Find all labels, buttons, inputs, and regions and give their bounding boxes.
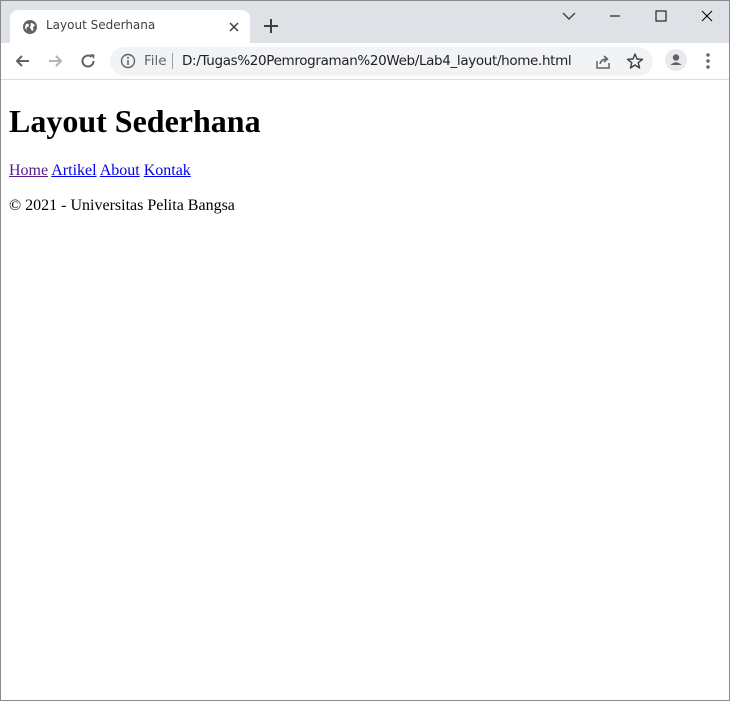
window-close-icon[interactable] xyxy=(697,7,717,25)
active-tab[interactable]: Layout Sederhana xyxy=(10,10,250,43)
main-nav: Home Artikel About Kontak xyxy=(9,161,721,180)
tab-close-icon[interactable] xyxy=(226,19,242,35)
globe-icon xyxy=(23,20,37,34)
info-icon[interactable] xyxy=(120,53,136,69)
url-scheme: File xyxy=(144,53,167,69)
browser-window: Layout Sederhana File D:/Tugas%20Pemrogr… xyxy=(0,0,730,701)
tab-search-icon[interactable] xyxy=(559,7,579,25)
nav-link-home[interactable]: Home xyxy=(9,162,48,179)
url-text[interactable]: D:/Tugas%20Pemrograman%20Web/Lab4_layout… xyxy=(182,53,572,69)
share-icon[interactable] xyxy=(594,53,612,71)
reload-icon[interactable] xyxy=(78,51,98,71)
toolbar: File D:/Tugas%20Pemrograman%20Web/Lab4_l… xyxy=(1,43,729,80)
tab-title: Layout Sederhana xyxy=(46,18,156,32)
maximize-icon[interactable] xyxy=(651,7,671,25)
nav-link-about[interactable]: About xyxy=(100,162,140,179)
minimize-icon[interactable] xyxy=(605,7,625,25)
footer-copyright: © 2021 - Universitas Pelita Bangsa xyxy=(9,197,235,214)
star-icon[interactable] xyxy=(626,52,644,70)
forward-arrow-icon[interactable] xyxy=(45,51,65,71)
nav-link-artikel[interactable]: Artikel xyxy=(51,162,96,179)
new-tab-icon[interactable] xyxy=(261,16,281,36)
back-arrow-icon[interactable] xyxy=(13,51,33,71)
tab-strip: Layout Sederhana xyxy=(1,1,729,43)
kebab-menu-icon[interactable] xyxy=(698,51,718,71)
page-title: Layout Sederhana xyxy=(9,103,261,139)
profile-icon[interactable] xyxy=(665,49,687,71)
address-bar[interactable]: File D:/Tugas%20Pemrograman%20Web/Lab4_l… xyxy=(110,47,653,76)
nav-link-kontak[interactable]: Kontak xyxy=(144,162,191,179)
url-separator xyxy=(172,53,173,69)
page-content: Layout Sederhana Home Artikel About Kont… xyxy=(9,80,721,215)
